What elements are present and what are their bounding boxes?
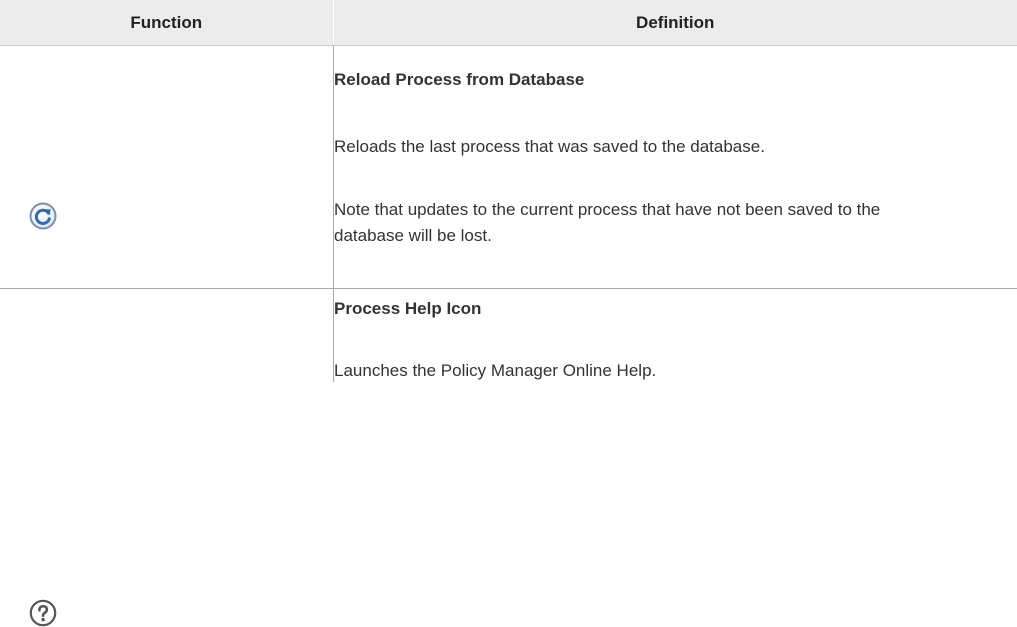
function-column-header: Function — [0, 0, 334, 46]
help-icon[interactable] — [29, 599, 57, 627]
page: Function Definition Reload Process from … — [0, 0, 1017, 627]
table-header-row: Function Definition — [0, 0, 1017, 46]
reload-icon[interactable] — [29, 202, 57, 230]
definition-cell: Process Help Icon Launches the Policy Ma… — [333, 289, 1017, 383]
definition-title: Process Help Icon — [334, 299, 482, 318]
definition-column-header: Definition — [333, 0, 1017, 46]
function-definition-table: Function Definition Reload Process from … — [0, 0, 1017, 627]
table-row: Reload Process from Database Reloads the… — [0, 45, 1017, 289]
definition-paragraph: Reloads the last process that was saved … — [334, 137, 765, 156]
definition-title: Reload Process from Database — [334, 70, 585, 89]
function-cell — [0, 45, 334, 289]
table-row: Process Help Icon Launches the Policy Ma… — [0, 288, 1017, 627]
definition-paragraph: Launches the Policy Manager Online Help. — [334, 361, 657, 380]
definition-paragraph: Note that updates to the current process… — [334, 200, 881, 245]
function-cell — [0, 288, 334, 627]
definition-cell: Reload Process from Database Reloads the… — [333, 45, 1017, 289]
